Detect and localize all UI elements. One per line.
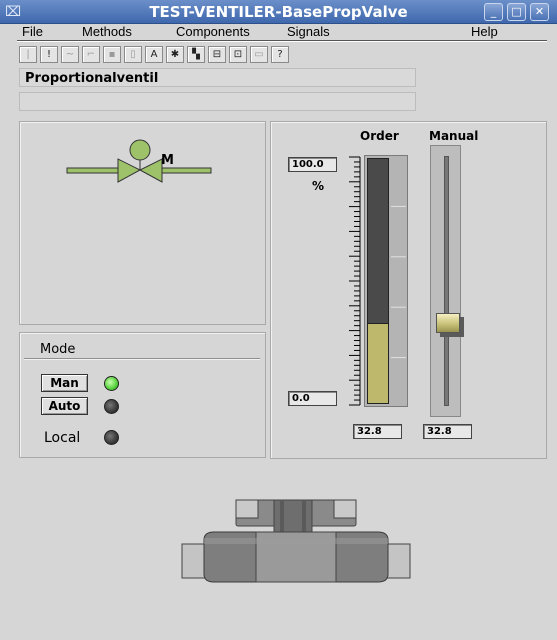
unit-label: % bbox=[312, 179, 325, 193]
local-label: Local bbox=[44, 430, 81, 446]
manual-title: Manual bbox=[429, 129, 479, 143]
man-button[interactable]: Man bbox=[41, 374, 88, 392]
valve-symbol-panel: M bbox=[19, 121, 266, 325]
toolbar-button-trend-icon[interactable]: ~ bbox=[61, 46, 79, 63]
close-button[interactable]: ✕ bbox=[530, 3, 549, 21]
local-indicator bbox=[104, 430, 119, 445]
toolbar-button-alarm-icon[interactable]: ! bbox=[40, 46, 58, 63]
manual-slider-track bbox=[444, 156, 449, 406]
title-bar[interactable]: ⌧ TEST-VENTILER-BasePropValve _ □ ✕ bbox=[0, 0, 557, 24]
maximize-button[interactable]: □ bbox=[507, 3, 526, 21]
valve-graphic bbox=[181, 499, 411, 583]
menu-signals[interactable]: Signals bbox=[287, 24, 330, 39]
order-scale bbox=[349, 156, 361, 406]
manual-slider-handle[interactable] bbox=[436, 313, 460, 333]
description-field: Proportionalventil bbox=[19, 68, 416, 87]
toolbar-button-class-icon[interactable]: ⊡ bbox=[229, 46, 247, 63]
object-description: Proportionalventil bbox=[25, 71, 159, 86]
toolbar-button-hierarchy-icon[interactable]: ▚ bbox=[187, 46, 205, 63]
window-title: TEST-VENTILER-BasePropValve bbox=[149, 3, 408, 21]
toolbar-button-crossref-icon[interactable]: ✱ bbox=[166, 46, 184, 63]
toolbar-button-block-icon[interactable]: ▪ bbox=[103, 46, 121, 63]
toolbar-button-history-icon[interactable]: ⌐ bbox=[82, 46, 100, 63]
auto-button[interactable]: Auto bbox=[41, 397, 88, 415]
order-bar-grid bbox=[391, 205, 406, 359]
scale-max: 100.0 bbox=[288, 157, 337, 172]
toolbar-button-note-icon[interactable]: ▯ bbox=[124, 46, 142, 63]
extra-description-field bbox=[19, 92, 416, 111]
menu-help[interactable]: Help bbox=[471, 24, 498, 39]
motor-label: M bbox=[161, 153, 174, 168]
toolbar-button-help-icon[interactable]: ? bbox=[271, 46, 289, 63]
order-bar-track bbox=[367, 158, 389, 404]
menu-components[interactable]: Components bbox=[176, 24, 250, 39]
manual-value-field[interactable]: 32.8 bbox=[423, 424, 472, 439]
minimize-button[interactable]: _ bbox=[484, 3, 503, 21]
valve-symbol-icon[interactable]: M bbox=[20, 122, 267, 326]
menu-separator bbox=[17, 40, 547, 42]
menu-methods[interactable]: Methods bbox=[82, 24, 132, 39]
order-bar bbox=[364, 155, 408, 407]
manual-slider[interactable] bbox=[430, 145, 461, 417]
menu-file[interactable]: File bbox=[22, 24, 43, 39]
man-indicator bbox=[104, 376, 119, 391]
toolbar-button-graph-icon[interactable]: | bbox=[19, 46, 37, 63]
order-bar-fill bbox=[368, 323, 388, 403]
mode-panel: Mode Man Auto Local bbox=[19, 332, 266, 458]
toolbar-button-object-icon[interactable]: ⊟ bbox=[208, 46, 226, 63]
menu-bar: File Methods Components Signals Help bbox=[0, 24, 557, 41]
toolbar-button-photo-icon[interactable]: A bbox=[145, 46, 163, 63]
mode-divider bbox=[24, 358, 260, 360]
order-value: 32.8 bbox=[353, 424, 402, 439]
order-title: Order bbox=[360, 129, 399, 143]
scale-min: 0.0 bbox=[288, 391, 337, 406]
mode-title: Mode bbox=[40, 342, 76, 357]
auto-indicator bbox=[104, 399, 119, 414]
toolbar-button-datasheet-icon[interactable]: ▭ bbox=[250, 46, 268, 63]
